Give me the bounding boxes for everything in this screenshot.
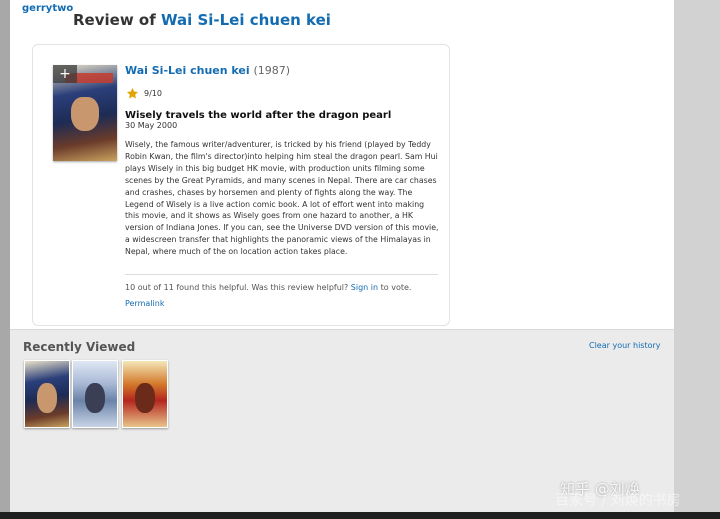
thumbnail-figure [37, 383, 57, 413]
poster-figure [71, 97, 99, 131]
right-margin [674, 0, 720, 519]
review-summary: Wisely travels the world after the drago… [125, 110, 392, 121]
helpful-text: 10 out of 11 found this helpful. Was thi… [125, 283, 351, 292]
thumbnail-figure [85, 383, 105, 413]
helpful-suffix: to vote. [378, 283, 412, 292]
bottom-bar [0, 512, 720, 519]
star-icon [126, 87, 139, 98]
permalink-link[interactable]: Permalink [125, 299, 164, 308]
review-card: + Wai Si-Lei chuen kei (1987) 9/10 Wisel… [32, 44, 450, 326]
page-title-movie-link[interactable]: Wai Si-Lei chuen kei [161, 11, 331, 29]
watermark-secondary: 百家号 / 刘焕的书房 [555, 493, 681, 509]
page-title-prefix: Review of [73, 11, 161, 29]
page-title: Review of Wai Si-Lei chuen kei [73, 11, 331, 29]
review-movie-title: Wai Si-Lei chuen kei (1987) [125, 64, 290, 77]
sign-in-link[interactable]: Sign in [351, 283, 378, 292]
review-text: Wisely, the famous writer/adventurer, is… [125, 140, 439, 257]
review-date: 30 May 2000 [125, 121, 178, 130]
recently-viewed-title: Recently Viewed [23, 340, 136, 354]
recent-thumbnail-3[interactable] [122, 360, 168, 428]
author-username-link[interactable]: gerrytwo [22, 3, 73, 14]
movie-title-link[interactable]: Wai Si-Lei chuen kei [125, 64, 250, 77]
add-to-watchlist-icon[interactable]: + [53, 65, 77, 83]
recent-thumbnail-1[interactable] [24, 360, 70, 428]
thumbnail-figure [135, 383, 155, 413]
rating-value: 9/10 [144, 88, 162, 98]
movie-year: (1987) [253, 64, 291, 77]
helpful-votes: 10 out of 11 found this helpful. Was thi… [125, 283, 411, 292]
recent-thumbnail-2[interactable] [72, 360, 118, 428]
user-rating: 9/10 [126, 86, 162, 100]
movie-poster[interactable]: + [53, 65, 117, 161]
clear-history-link[interactable]: Clear your history [589, 341, 661, 350]
divider [125, 274, 438, 275]
